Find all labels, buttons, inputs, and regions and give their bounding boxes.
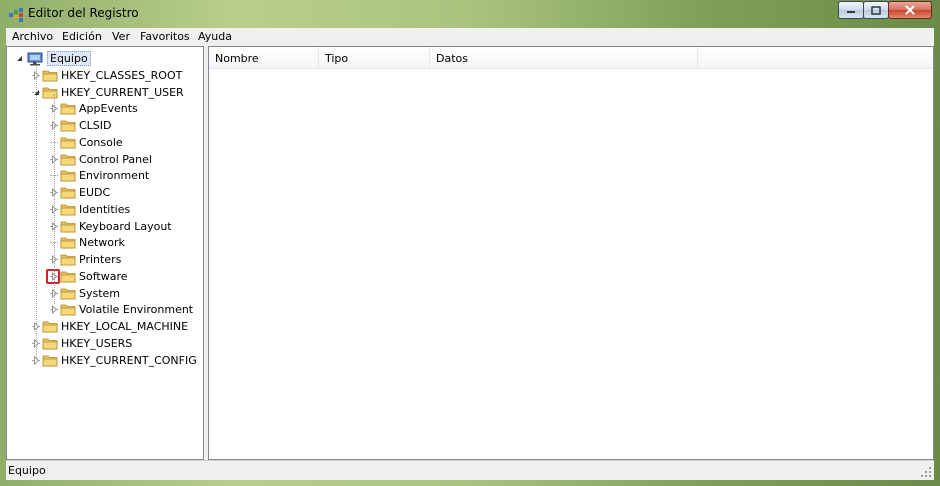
folder-icon bbox=[60, 103, 76, 115]
tree-node-label: System bbox=[79, 286, 121, 300]
tree-node-label: HKEY_CLASSES_ROOT bbox=[61, 68, 183, 82]
tree-node-label: Volatile Environment bbox=[79, 303, 194, 317]
status-path: Equipo bbox=[8, 464, 46, 477]
folder-icon bbox=[42, 338, 58, 350]
folder-icon bbox=[60, 137, 76, 149]
collapse-icon[interactable] bbox=[15, 54, 24, 63]
close-button[interactable] bbox=[888, 1, 932, 19]
client-area: Equipo HKEY_CLASSES_ROOT HKEY_CURRENT_USE… bbox=[6, 46, 934, 460]
tree-node-label: HKEY_CURRENT_CONFIG bbox=[61, 353, 197, 367]
menu-bar: Archivo Edición Ver Favoritos Ayuda bbox=[6, 28, 934, 46]
tree-node-label: HKEY_LOCAL_MACHINE bbox=[61, 320, 189, 333]
tree-node-keyboard-layout[interactable]: Keyboard Layout bbox=[7, 218, 203, 235]
tree-node-system[interactable]: System bbox=[7, 285, 203, 302]
folder-icon bbox=[60, 254, 76, 266]
tree-node-label: EUDC bbox=[79, 186, 111, 199]
window-title: Editor del Registro bbox=[28, 6, 139, 20]
menu-ver[interactable]: Ver bbox=[112, 30, 130, 43]
folder-icon bbox=[60, 304, 76, 316]
tree-node-label: Equipo bbox=[47, 51, 91, 66]
resize-grip-icon[interactable] bbox=[920, 466, 932, 478]
menu-favoritos[interactable]: Favoritos bbox=[140, 30, 190, 43]
tree-node-label: AppEvents bbox=[79, 102, 138, 116]
registry-editor-window: Editor del Registro Archivo Edición Ver … bbox=[0, 0, 940, 486]
status-bar: Equipo bbox=[6, 460, 934, 480]
registry-editor-icon bbox=[8, 7, 24, 22]
tree-node-console[interactable]: Console bbox=[7, 134, 203, 151]
tree-node-label: Environment bbox=[79, 169, 150, 183]
folder-icon bbox=[60, 187, 76, 199]
collapse-icon[interactable] bbox=[32, 88, 41, 97]
title-bar[interactable]: Editor del Registro bbox=[0, 0, 940, 28]
expand-icon[interactable] bbox=[32, 70, 41, 80]
registry-tree[interactable]: Equipo HKEY_CLASSES_ROOT HKEY_CURRENT_USE… bbox=[6, 46, 204, 460]
folder-icon bbox=[60, 204, 76, 216]
values-list[interactable]: Nombre Tipo Datos bbox=[208, 46, 934, 460]
tree-node-label: HKEY_CURRENT_USER bbox=[61, 85, 184, 99]
tree-node-label: Control Panel bbox=[79, 152, 152, 166]
tree-node-label: Keyboard Layout bbox=[79, 219, 172, 233]
folder-icon bbox=[42, 70, 58, 82]
highlight-marker bbox=[46, 268, 60, 284]
folder-icon bbox=[42, 321, 58, 333]
menu-edicion[interactable]: Edición bbox=[62, 30, 102, 43]
tree-node-label: Identities bbox=[79, 202, 131, 216]
tree-node-hkey-users[interactable]: HKEY_USERS bbox=[7, 335, 203, 352]
tree-node-hkey-current-config[interactable]: HKEY_CURRENT_CONFIG bbox=[7, 352, 203, 369]
tree-node-label: CLSID bbox=[79, 119, 112, 132]
tree-node-software[interactable]: Software bbox=[7, 268, 203, 285]
folder-icon bbox=[60, 120, 76, 132]
tree-node-clsid[interactable]: CLSID bbox=[7, 117, 203, 134]
close-icon bbox=[905, 5, 915, 15]
folder-icon bbox=[42, 355, 58, 366]
tree-node-label: HKEY_USERS bbox=[61, 336, 133, 350]
tree-node-printers[interactable]: Printers bbox=[7, 251, 203, 268]
maximize-icon bbox=[871, 5, 881, 15]
folder-icon bbox=[60, 154, 76, 165]
caption-buttons bbox=[838, 1, 932, 20]
expand-icon[interactable] bbox=[32, 355, 41, 365]
tree-node-control-panel[interactable]: Control Panel bbox=[7, 151, 203, 168]
tree-node-appevents[interactable]: AppEvents bbox=[7, 100, 203, 117]
column-header-nombre[interactable]: Nombre bbox=[209, 47, 319, 69]
tree-connector bbox=[54, 94, 55, 304]
tree-node-hkey-local-machine[interactable]: HKEY_LOCAL_MACHINE bbox=[7, 318, 203, 335]
tree-node-label: Console bbox=[79, 135, 123, 149]
tree-node-network[interactable]: Network bbox=[7, 234, 203, 251]
expand-icon[interactable] bbox=[50, 305, 59, 315]
tree-node-environment[interactable]: Environment bbox=[7, 167, 203, 184]
folder-icon bbox=[60, 271, 76, 283]
tree-node-hkey-classes-root[interactable]: HKEY_CLASSES_ROOT bbox=[7, 67, 203, 84]
menu-ayuda[interactable]: Ayuda bbox=[198, 30, 232, 43]
folder-icon bbox=[60, 221, 76, 232]
column-header-filler bbox=[698, 47, 933, 69]
folder-icon bbox=[60, 170, 76, 182]
minimize-button[interactable] bbox=[838, 1, 864, 19]
minimize-icon bbox=[847, 11, 855, 13]
tree-node-hkey-current-user[interactable]: HKEY_CURRENT_USER bbox=[7, 84, 203, 101]
tree-node-label: Network bbox=[79, 236, 125, 250]
tree-node-volatile-environment[interactable]: Volatile Environment bbox=[7, 301, 203, 318]
expand-icon[interactable] bbox=[32, 338, 41, 348]
folder-icon bbox=[60, 237, 76, 249]
menu-archivo[interactable]: Archivo bbox=[12, 30, 53, 43]
column-header-datos[interactable]: Datos bbox=[430, 47, 698, 69]
column-header-tipo[interactable]: Tipo bbox=[319, 47, 430, 69]
maximize-button[interactable] bbox=[863, 1, 889, 19]
tree-node-label: Software bbox=[79, 269, 128, 283]
tree-node-label: Printers bbox=[79, 253, 122, 266]
expand-icon[interactable] bbox=[32, 322, 41, 331]
tree-node-identities[interactable]: Identities bbox=[7, 201, 203, 218]
tree-node-eudc[interactable]: EUDC bbox=[7, 184, 203, 201]
folder-icon bbox=[60, 288, 76, 299]
folder-icon bbox=[42, 87, 58, 98]
